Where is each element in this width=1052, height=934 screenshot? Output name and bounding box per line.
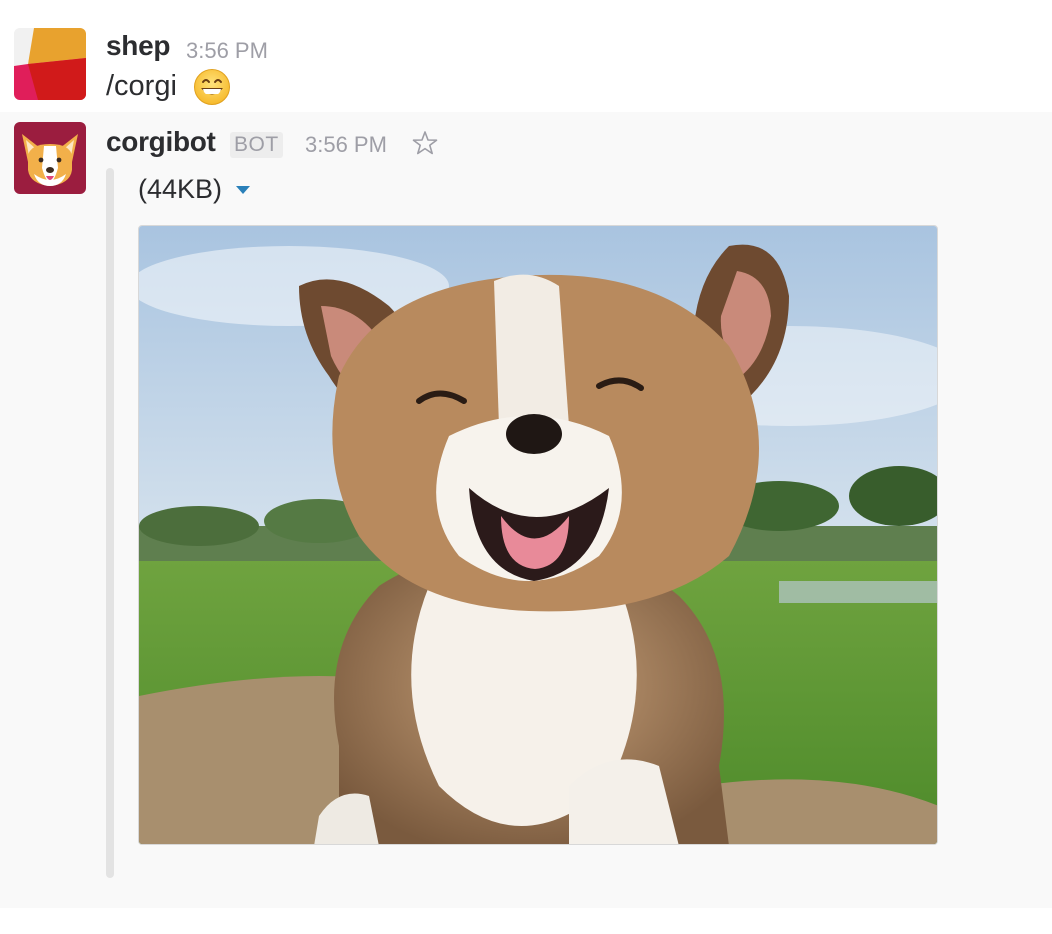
author-name[interactable]: corgibot: [106, 126, 216, 158]
timestamp[interactable]: 3:56 PM: [305, 132, 387, 158]
bot-badge: BOT: [230, 132, 283, 158]
author-name[interactable]: shep: [106, 30, 170, 62]
attachment-border: [106, 168, 114, 878]
grinning-emoji-icon: [193, 68, 231, 106]
caret-down-icon[interactable]: [236, 186, 250, 194]
corgi-puppy-photo[interactable]: [138, 225, 938, 845]
shep-avatar-icon[interactable]: [14, 28, 86, 100]
star-outline-icon[interactable]: [412, 130, 438, 156]
file-size: (44KB): [138, 174, 223, 204]
message-corgibot: corgibot BOT 3:56 PM (44KB): [0, 112, 1052, 908]
message-shep: shep 3:56 PM /corgi: [0, 0, 1052, 112]
corgi-avatar-icon[interactable]: [14, 122, 86, 194]
message-text: /corgi: [106, 70, 177, 102]
timestamp[interactable]: 3:56 PM: [186, 38, 268, 64]
